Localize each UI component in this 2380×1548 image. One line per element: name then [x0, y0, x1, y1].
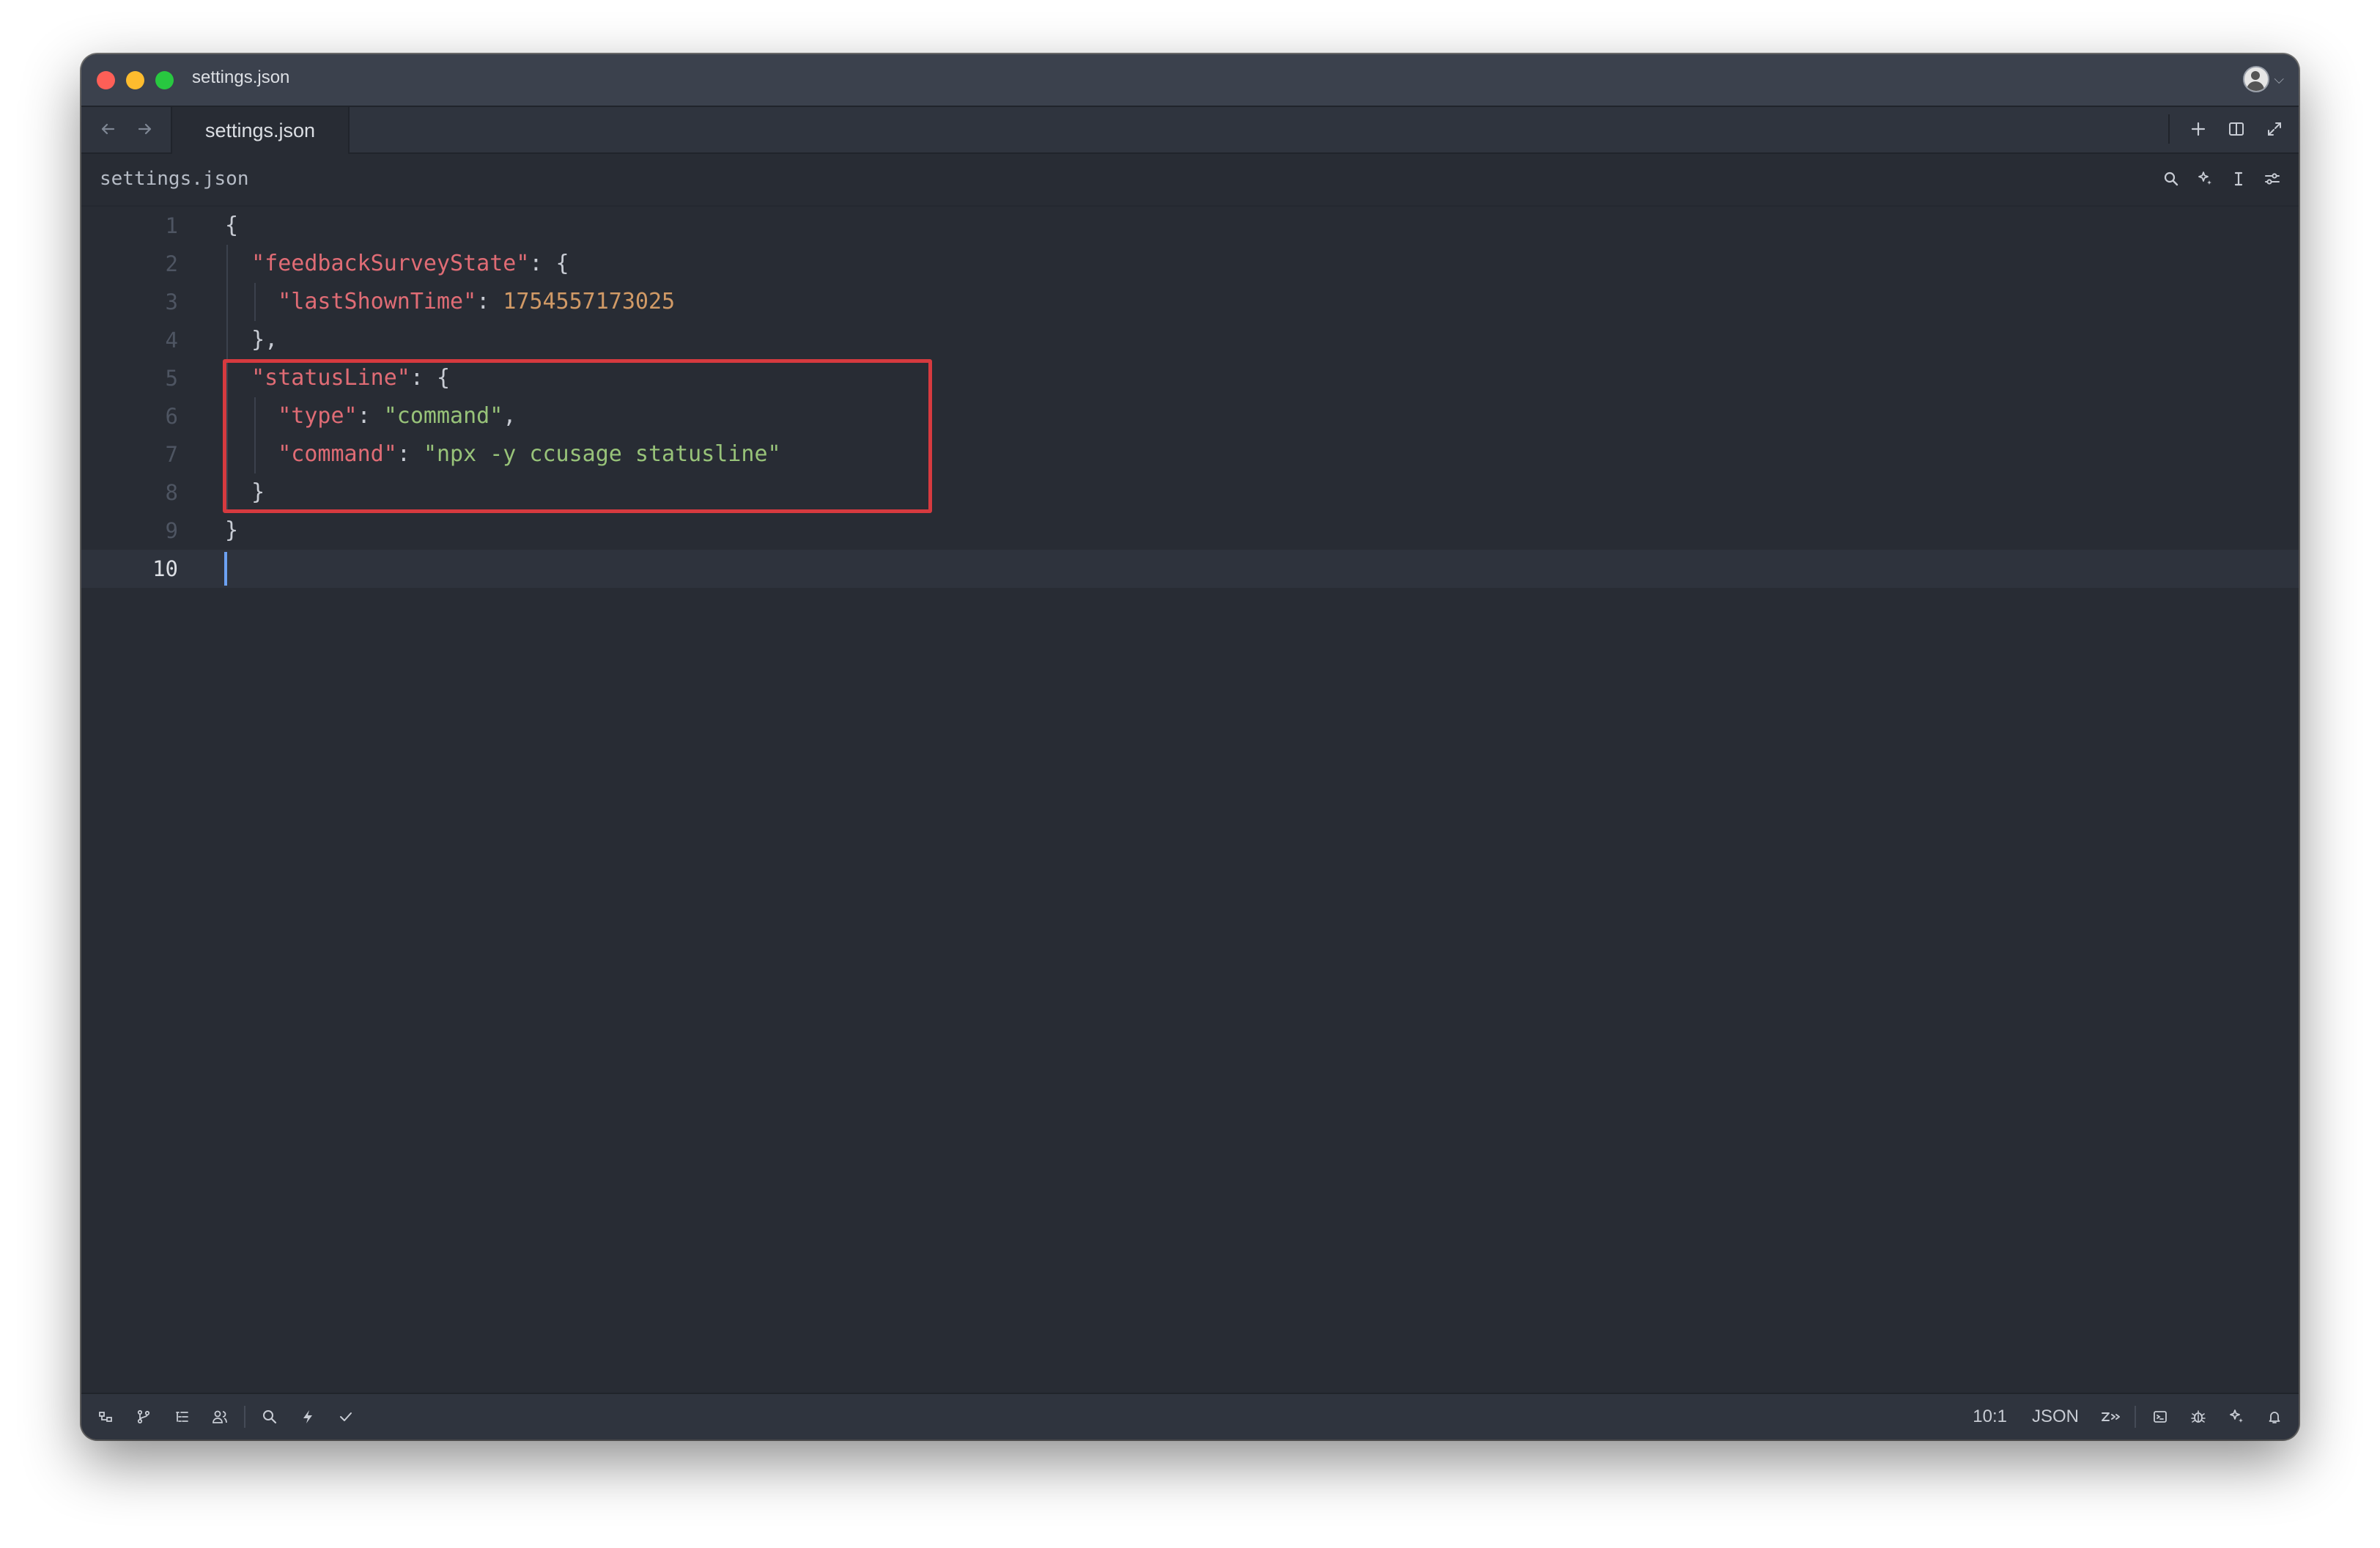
sparkle-icon[interactable]: [2222, 1403, 2250, 1431]
divider: [244, 1406, 245, 1428]
status-bar: 10:1 JSON: [81, 1393, 2299, 1440]
back-arrow-icon[interactable]: [95, 116, 121, 142]
code-line: 1 {: [81, 207, 2299, 245]
line-number: 5: [165, 366, 178, 391]
text-cursor-icon[interactable]: [2225, 166, 2252, 192]
bell-icon[interactable]: [2261, 1403, 2288, 1431]
plus-icon[interactable]: [2184, 115, 2212, 143]
search-icon[interactable]: [2158, 166, 2184, 192]
line-number: 7: [165, 442, 178, 467]
split-pane-icon[interactable]: [2222, 115, 2250, 143]
line-number: 8: [165, 480, 178, 505]
divider: [2168, 114, 2170, 144]
check-icon[interactable]: [332, 1403, 360, 1431]
title-bar: settings.json ⌵: [81, 54, 2299, 107]
close-window-button[interactable]: [97, 71, 115, 89]
line-number: 2: [165, 251, 178, 276]
git-branch-icon[interactable]: [130, 1403, 158, 1431]
indent-guide: [254, 283, 256, 321]
user-avatar-icon: [2243, 66, 2270, 92]
maximize-icon[interactable]: [2261, 115, 2288, 143]
code-text: {: [225, 213, 239, 238]
window-title: settings.json: [192, 67, 290, 87]
current-line: 10: [81, 550, 2299, 588]
code-text: "feedbackSurveyState": {: [251, 251, 569, 276]
tab-actions: [2168, 114, 2288, 144]
status-bar-right: 10:1 JSON: [1965, 1403, 2288, 1431]
line-number: 1: [165, 213, 178, 238]
cursor-position[interactable]: 10:1: [1965, 1407, 2014, 1427]
debug-icon[interactable]: [2184, 1403, 2212, 1431]
text-cursor: [224, 552, 227, 586]
minimize-window-button[interactable]: [126, 71, 144, 89]
line-number: 4: [165, 328, 178, 353]
language-mode[interactable]: JSON: [2025, 1407, 2086, 1427]
tab-bar: settings.json: [81, 107, 2299, 154]
bolt-icon[interactable]: [294, 1403, 322, 1431]
code-text: },: [251, 327, 278, 353]
project-panel-icon[interactable]: [92, 1403, 119, 1431]
sparkle-icon[interactable]: [2192, 166, 2218, 192]
search-icon[interactable]: [256, 1403, 284, 1431]
editor-window: settings.json ⌵ settings.json settings.j…: [81, 54, 2299, 1440]
collab-icon[interactable]: [206, 1403, 234, 1431]
chevron-down-icon: ⌵: [2274, 71, 2284, 86]
outline-icon[interactable]: [168, 1403, 196, 1431]
code-text: }: [225, 517, 239, 543]
code-text: "lastShownTime": 1754557173025: [278, 289, 676, 314]
divider: [2135, 1406, 2136, 1428]
editor-toolbar: [2158, 166, 2285, 192]
zoom-window-button[interactable]: [155, 71, 174, 89]
sliders-icon[interactable]: [2259, 166, 2285, 192]
tab-settings-json[interactable]: settings.json: [171, 107, 350, 154]
line-number: 6: [165, 404, 178, 429]
code-line: 4 },: [81, 321, 2299, 359]
line-number: 10: [152, 556, 178, 581]
forward-arrow-icon[interactable]: [132, 116, 158, 142]
user-menu[interactable]: ⌵: [2243, 66, 2284, 92]
breadcrumb-bar: settings.json: [81, 154, 2299, 207]
code-line: 2 "feedbackSurveyState": {: [81, 245, 2299, 283]
code-line: 3 "lastShownTime": 1754557173025: [81, 283, 2299, 321]
line-number: 9: [165, 518, 178, 543]
code-editor[interactable]: 1 { 2 "feedbackSurveyState": { 3 "lastSh…: [81, 207, 2299, 1394]
terminal-icon[interactable]: [2146, 1403, 2174, 1431]
status-bar-left: [92, 1403, 360, 1431]
breadcrumb[interactable]: settings.json: [100, 168, 249, 190]
line-number: 3: [165, 290, 178, 314]
highlight-annotation-box: [223, 359, 932, 513]
code-line: 9 }: [81, 512, 2299, 550]
agent-icon[interactable]: [2096, 1403, 2124, 1431]
